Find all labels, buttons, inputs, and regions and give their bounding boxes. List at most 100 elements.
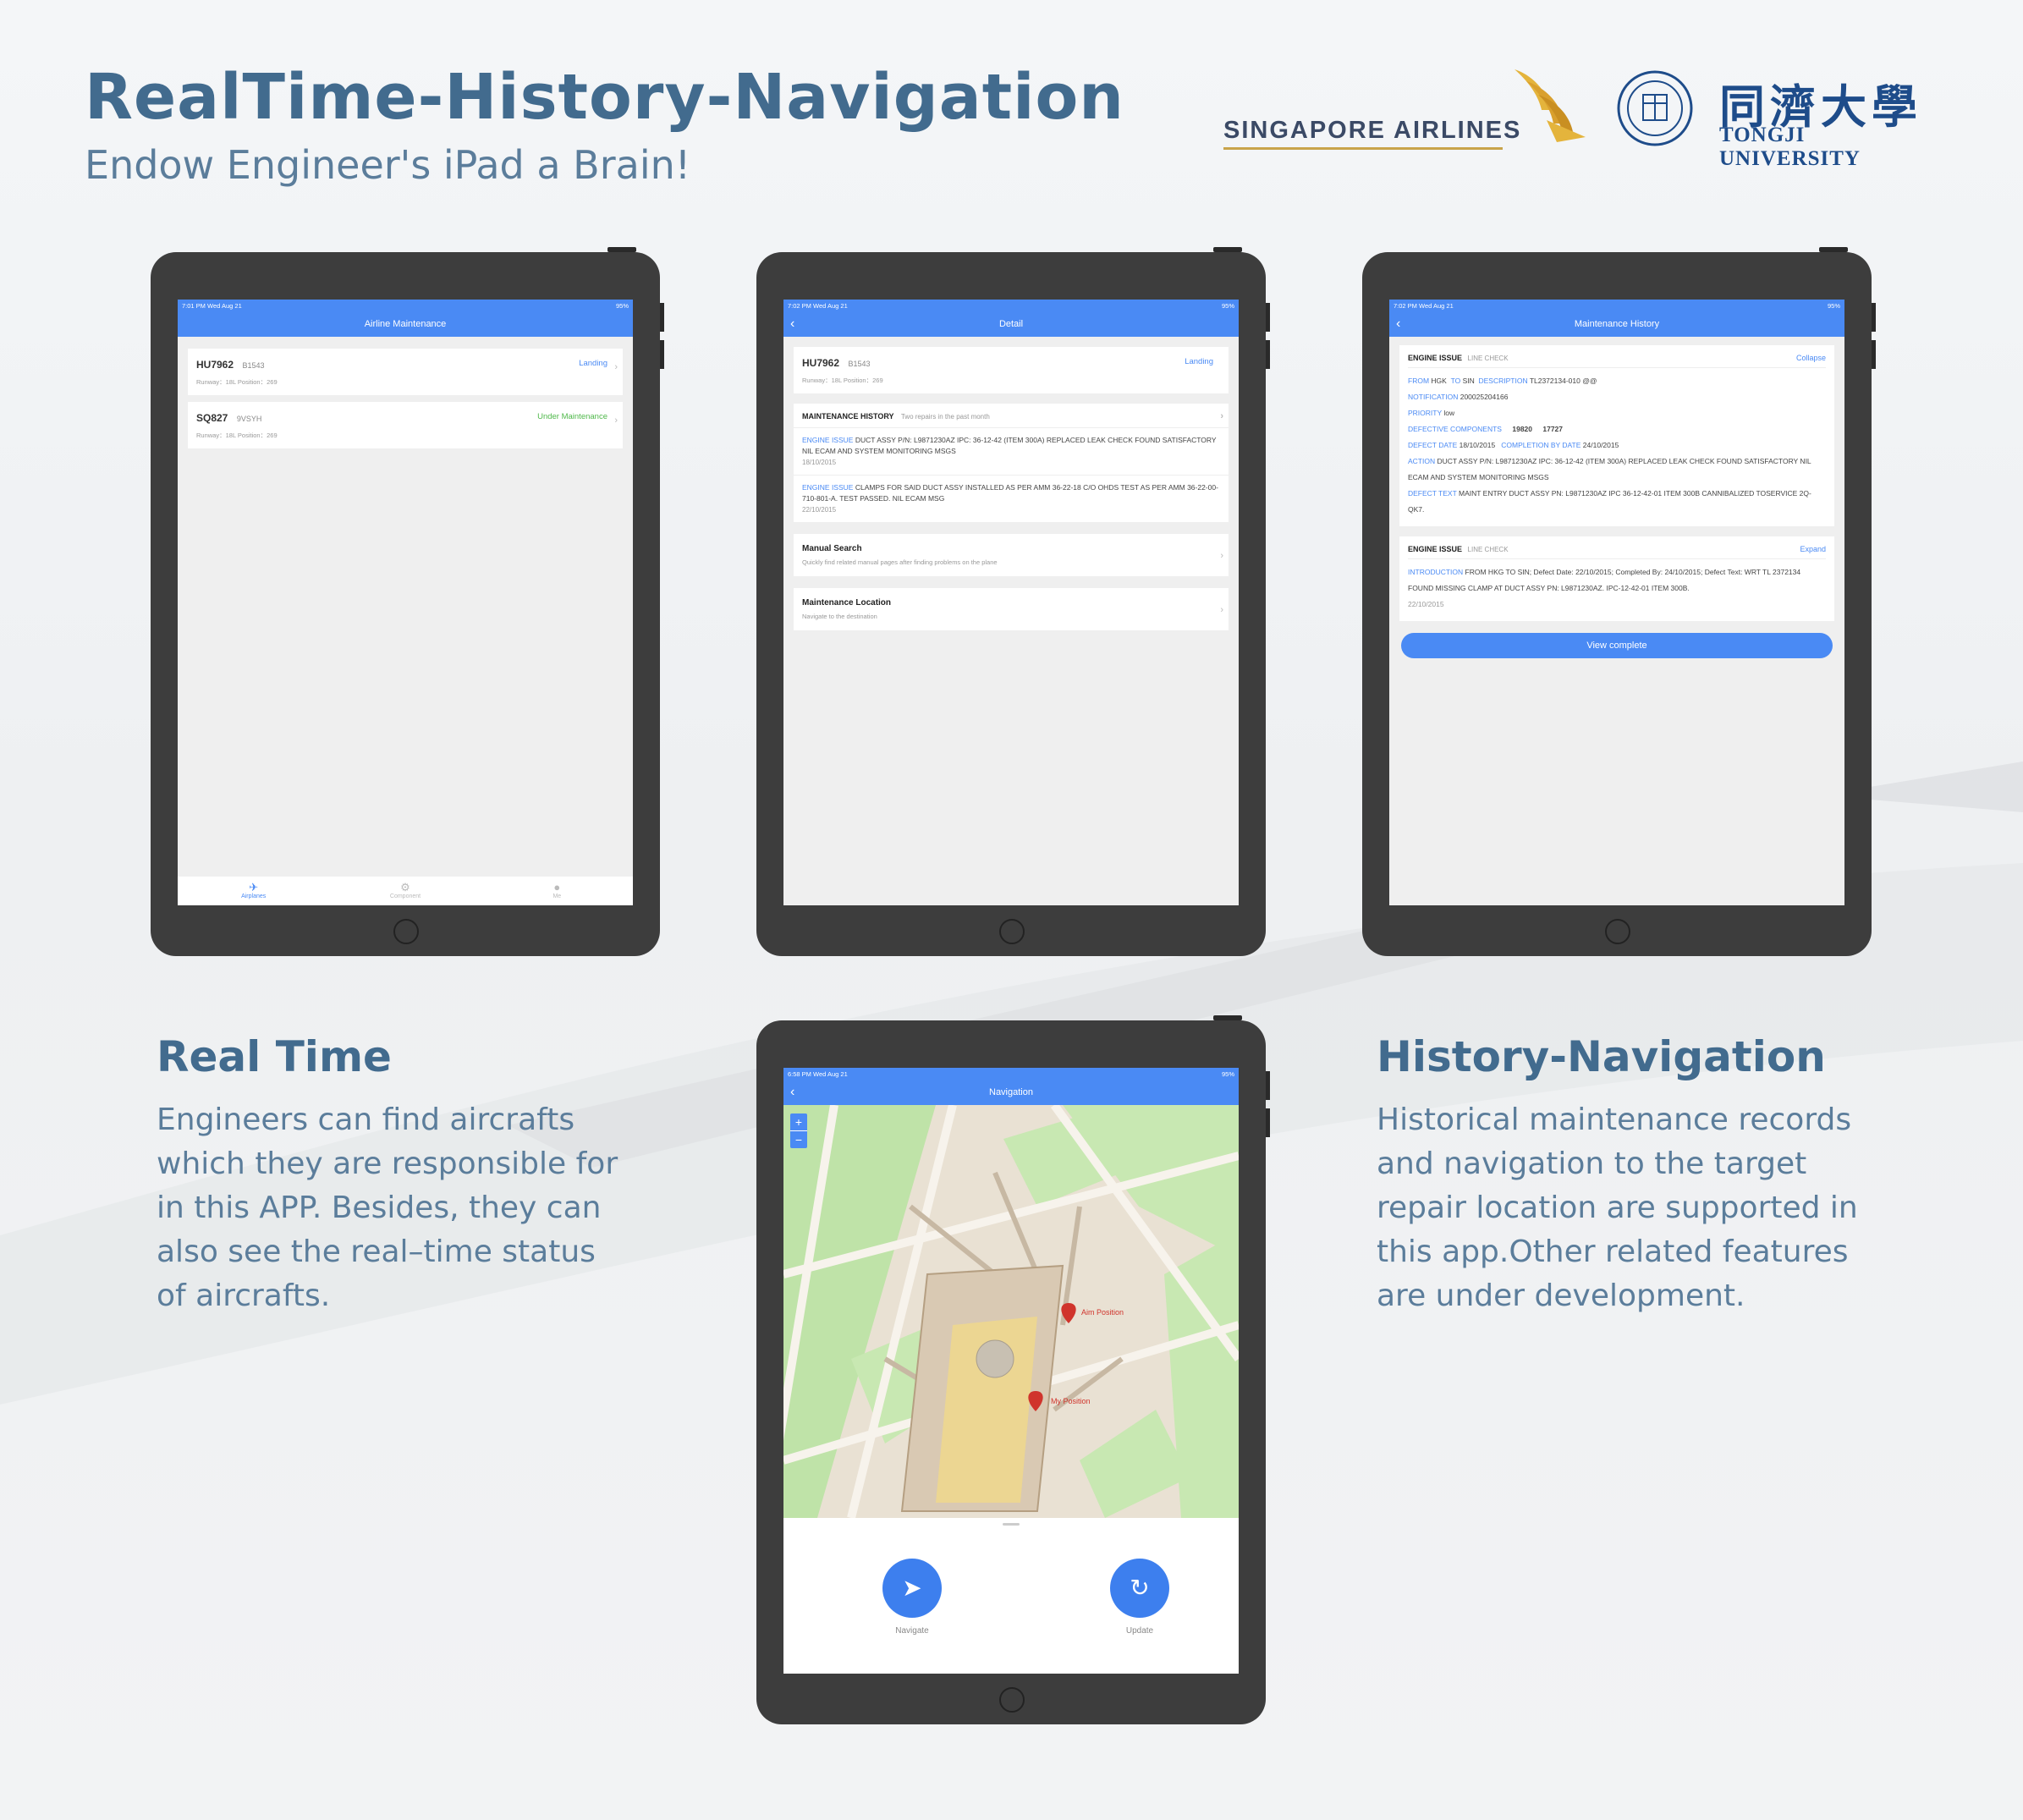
defect-date-label: DEFECT DATE	[1408, 441, 1458, 449]
menu-description: Navigate to the destination	[802, 613, 877, 620]
airport-map[interactable]: + − Aim Position My Position	[783, 1105, 1239, 1518]
chevron-right-icon: ›	[1220, 411, 1223, 421]
flight-meta: Runway：18L Position：269	[196, 432, 278, 439]
nav-bar: ‹ Detail	[783, 313, 1239, 337]
airport-map-drawing	[783, 1105, 1239, 1518]
aim-position-label: Aim Position	[1081, 1308, 1124, 1317]
back-chevron-icon[interactable]: ‹	[1396, 313, 1400, 335]
maintenance-history-header[interactable]: MAINTENANCE HISTORY Two repairs in the p…	[794, 404, 1229, 428]
navigation-panel: ➤ Navigate ↻ Update	[783, 1518, 1239, 1674]
navigate-button[interactable]: ➤	[882, 1559, 942, 1618]
manual-search-row[interactable]: Manual Search Quickly find related manua…	[794, 534, 1229, 576]
zoom-in-button[interactable]: +	[790, 1113, 807, 1130]
priority-label: PRIORITY	[1408, 409, 1442, 417]
chevron-right-icon: ›	[614, 362, 618, 372]
tab-airplanes[interactable]: ✈ Airplanes	[178, 877, 329, 905]
realtime-title: Real Time	[157, 1032, 392, 1081]
menu-title: Maintenance Location	[802, 598, 892, 608]
ipad-home-button	[999, 919, 1025, 944]
record-date: 22/10/2015	[1408, 600, 1444, 608]
ipad-power-button	[1213, 247, 1242, 252]
description-label: DESCRIPTION	[1478, 377, 1528, 385]
history-date: 18/10/2015	[802, 459, 837, 466]
chevron-right-icon: ›	[1220, 551, 1223, 561]
ipad-volume-down	[660, 340, 664, 369]
view-complete-button[interactable]: View complete	[1401, 633, 1833, 658]
zoom-out-button[interactable]: −	[790, 1130, 807, 1148]
flight-id: SQ827	[196, 412, 228, 424]
status-battery: 95%	[615, 302, 629, 310]
flight-card-hu7962[interactable]: HU7962 B1543 Runway：18L Position：269 Lan…	[188, 349, 623, 395]
history-title: MAINTENANCE HISTORY	[802, 412, 894, 421]
screen-airline-maintenance: 7:01 PM Wed Aug 21 95% Airline Maintenan…	[178, 300, 633, 905]
record-title: ENGINE ISSUE	[1408, 354, 1463, 362]
collapse-button[interactable]: Collapse	[1796, 354, 1826, 362]
history-entry: ENGINE ISSUE DUCT ASSY P/N: L9871230AZ I…	[794, 428, 1229, 476]
expand-button[interactable]: Expand	[1800, 545, 1826, 553]
sia-bird-icon	[1515, 69, 1586, 142]
ipad-power-button	[607, 247, 636, 252]
status-battery: 95%	[1827, 302, 1840, 310]
flight-card-sq827[interactable]: SQ827 9VSYH Runway：18L Position：269 Unde…	[188, 402, 623, 448]
ipad-home-button	[393, 919, 419, 944]
screen-navigation: 6:58 PM Wed Aug 21 95% ‹ Navigation + − …	[783, 1068, 1239, 1674]
completion-date-value: 24/10/2015	[1582, 441, 1619, 449]
nav-bar: ‹ Navigation	[783, 1081, 1239, 1105]
defect-text-label: DEFECT TEXT	[1408, 489, 1457, 498]
tongji-university-logo: 同濟大學 TONGJI UNIVERSITY	[1616, 69, 1938, 170]
zoom-controls: + −	[790, 1113, 807, 1148]
menu-description: Quickly find related manual pages after …	[802, 558, 998, 566]
tab-me[interactable]: ● Me	[481, 877, 633, 905]
flight-id: HU7962	[802, 357, 840, 369]
ipad-maintenance-history: 7:02 PM Wed Aug 21 95% ‹ Maintenance His…	[1362, 247, 1876, 956]
ipad-volume-down	[1872, 340, 1876, 369]
tab-component[interactable]: ⚙ Component	[329, 877, 481, 905]
flight-status: Under Maintenance	[537, 412, 607, 421]
back-chevron-icon[interactable]: ‹	[790, 313, 794, 335]
flight-status: Landing	[579, 359, 607, 368]
drag-handle[interactable]	[1003, 1523, 1020, 1526]
defective-component: 17727	[1542, 425, 1564, 433]
flight-registration: B1543	[242, 361, 265, 370]
ipad-volume-up	[1266, 1071, 1270, 1100]
status-bar: 7:01 PM Wed Aug 21 95%	[178, 300, 633, 313]
status-bar: 7:02 PM Wed Aug 21 95%	[783, 300, 1239, 313]
tab-bar: ✈ Airplanes ⚙ Component ● Me	[178, 877, 633, 905]
description-value: TL2372134-010 @@	[1529, 377, 1597, 385]
chevron-right-icon: ›	[1220, 605, 1223, 615]
screen-detail: 7:02 PM Wed Aug 21 95% ‹ Detail HU7962 B…	[783, 300, 1239, 905]
status-battery: 95%	[1221, 302, 1234, 310]
status-bar: 6:58 PM Wed Aug 21 95%	[783, 1068, 1239, 1081]
introduction-value: FROM HKG TO SIN; Defect Date: 22/10/2015…	[1408, 568, 1801, 592]
page-subtitle: Endow Engineer's iPad a Brain!	[85, 142, 691, 188]
ipad-volume-up	[1872, 303, 1876, 332]
history-entry: ENGINE ISSUE CLAMPS FOR SAID DUCT ASSY I…	[794, 476, 1229, 522]
introduction-label: INTRODUCTION	[1408, 568, 1464, 576]
back-chevron-icon[interactable]: ‹	[790, 1081, 794, 1103]
maintenance-history-card: MAINTENANCE HISTORY Two repairs in the p…	[794, 404, 1229, 522]
menu-title: Manual Search	[802, 544, 862, 553]
defect-text-value: MAINT ENTRY DUCT ASSY PN: L9871230AZ IPC…	[1408, 489, 1811, 514]
record-card-expanded: ENGINE ISSUE LINE CHECK Collapse FROM HG…	[1399, 345, 1834, 526]
ipad-home-button	[999, 1687, 1025, 1713]
record-header: ENGINE ISSUE LINE CHECK Collapse	[1408, 354, 1826, 368]
chevron-right-icon: ›	[614, 415, 618, 426]
tongji-english-name: TONGJI UNIVERSITY	[1719, 124, 1861, 170]
ipad-volume-down	[1266, 1108, 1270, 1137]
maintenance-location-row[interactable]: Maintenance Location Navigate to the des…	[794, 588, 1229, 630]
status-bar: 7:02 PM Wed Aug 21 95%	[1389, 300, 1844, 313]
status-battery: 95%	[1221, 1070, 1234, 1078]
from-label: FROM	[1408, 377, 1430, 385]
ipad-power-button	[1819, 247, 1848, 252]
status-time: 7:02 PM Wed Aug 21	[788, 302, 848, 310]
navigate-label: Navigate	[895, 1626, 929, 1636]
update-button[interactable]: ↻	[1110, 1559, 1169, 1618]
ipad-volume-down	[1266, 340, 1270, 369]
status-time: 6:58 PM Wed Aug 21	[788, 1070, 848, 1078]
ipad-home-button	[1605, 919, 1630, 944]
action-value: DUCT ASSY P/N: L9871230AZ IPC: 36-12-42 …	[1408, 457, 1811, 481]
screen-title: Navigation	[989, 1087, 1033, 1097]
flight-card-hu7962: HU7962 B1543 Runway：18L Position：269 Lan…	[794, 347, 1229, 393]
nav-bar: ‹ Maintenance History	[1389, 313, 1844, 337]
singapore-airlines-logo: SINGAPORE AIRLINES	[1218, 66, 1586, 159]
